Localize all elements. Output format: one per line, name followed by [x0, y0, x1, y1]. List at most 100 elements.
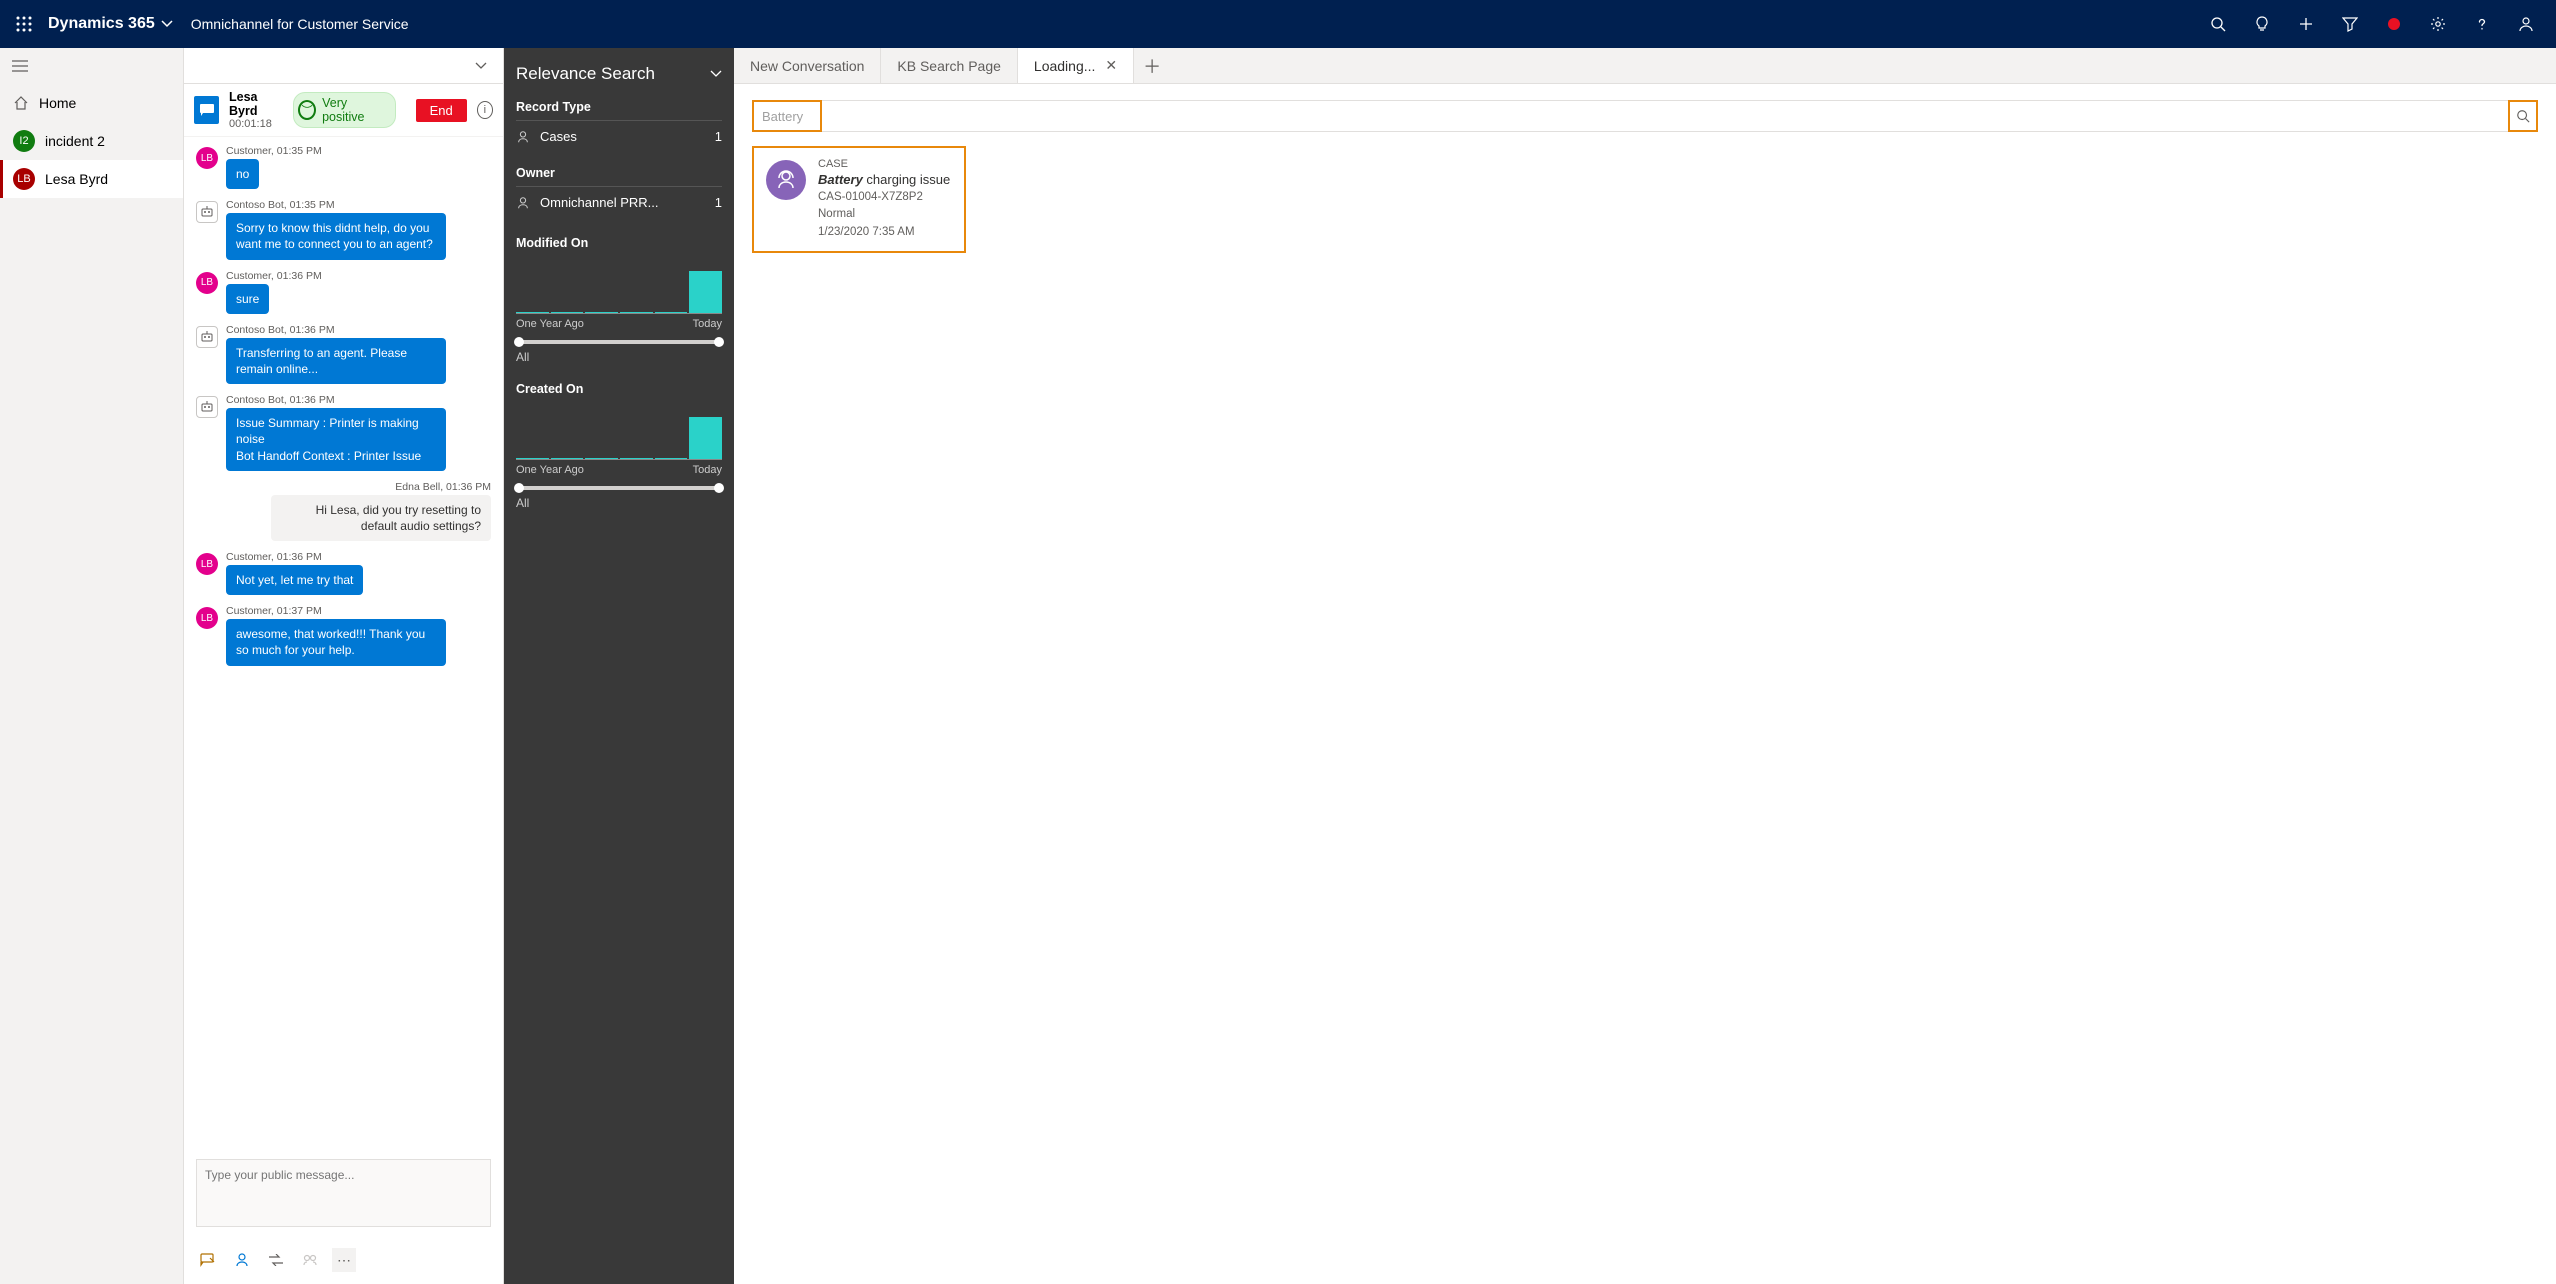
conversation-info: Lesa Byrd 00:01:18 ︶ Very positive End i: [184, 84, 503, 137]
sidebar-item-label: Lesa Byrd: [45, 171, 108, 187]
end-button[interactable]: End: [416, 99, 467, 122]
message-input[interactable]: [196, 1159, 491, 1227]
gear-icon[interactable]: [2416, 0, 2460, 48]
brand-label: Dynamics 365: [48, 15, 155, 33]
chat-message: Contoso Bot, 01:36 PM Transferring to an …: [196, 324, 491, 384]
search-icon[interactable]: [2196, 0, 2240, 48]
chat-message: LB Customer, 01:35 PM no: [196, 145, 491, 189]
conversation-panel: Lesa Byrd 00:01:18 ︶ Very positive End i…: [184, 48, 504, 1284]
tab-new-conversation[interactable]: New Conversation: [734, 48, 881, 83]
compose-toolbar: ⋯: [184, 1240, 503, 1284]
sidebar-item-incident[interactable]: I2 incident 2: [0, 122, 183, 160]
search-button[interactable]: [2508, 100, 2538, 132]
message-meta: Customer, 01:35 PM: [226, 145, 491, 157]
conversation-header-bar: [184, 48, 503, 84]
top-nav: Dynamics 365 Omnichannel for Customer Se…: [0, 0, 2556, 48]
transfer-icon[interactable]: [264, 1248, 288, 1272]
chat-message: Contoso Bot, 01:35 PMSorry to know this …: [196, 199, 491, 259]
notes-icon[interactable]: [298, 1248, 322, 1272]
person-icon: [516, 196, 530, 210]
brand-dropdown[interactable]: Dynamics 365: [48, 15, 173, 33]
filter-cases[interactable]: Cases 1: [516, 120, 722, 152]
consult-icon[interactable]: [230, 1248, 254, 1272]
chevron-down-icon: [710, 68, 722, 80]
message-meta: Contoso Bot, 01:36 PM: [226, 324, 491, 336]
filter-owner[interactable]: Omnichannel PRR... 1: [516, 186, 722, 218]
close-icon[interactable]: ✕: [1105, 57, 1117, 74]
bot-avatar: [196, 201, 218, 223]
case-avatar-icon: [766, 160, 806, 200]
session-badge: LB: [13, 168, 35, 190]
modified-slider-label: All: [516, 350, 722, 364]
customer-avatar: LB: [196, 147, 218, 169]
customer-avatar: LB: [196, 607, 218, 629]
search-result-case[interactable]: CASE Battery charging issue CAS-01004-X7…: [752, 146, 966, 253]
record-type-label: Record Type: [516, 100, 722, 114]
plus-icon[interactable]: [2284, 0, 2328, 48]
message-bubble: Transferring to an agent. Please remain …: [226, 338, 446, 384]
help-icon[interactable]: [2460, 0, 2504, 48]
search-results-area: Battery CASE Battery charging issue CAS-…: [734, 84, 2556, 269]
message-meta: Customer, 01:37 PM: [226, 605, 491, 617]
created-slider-label: All: [516, 496, 722, 510]
modified-slider[interactable]: [516, 340, 722, 344]
case-icon: [516, 130, 530, 144]
modified-axis: One Year AgoToday: [516, 318, 722, 330]
created-axis: One Year AgoToday: [516, 464, 722, 476]
tab-loading[interactable]: Loading... ✕: [1018, 48, 1134, 83]
result-priority: Normal: [818, 206, 950, 223]
message-meta: Edna Bell, 01:36 PM: [196, 481, 491, 493]
message-meta: Customer, 01:36 PM: [226, 551, 491, 563]
cases-count: 1: [715, 129, 722, 144]
sidebar-item-customer[interactable]: LB Lesa Byrd: [0, 160, 183, 198]
search-bar: Battery: [752, 100, 2538, 132]
filter-icon[interactable]: [2328, 0, 2372, 48]
result-date: 1/23/2020 7:35 AM: [818, 224, 950, 241]
tab-strip: New Conversation KB Search Page Loading.…: [734, 48, 2556, 84]
compose-area: [196, 1159, 491, 1232]
left-sidebar: Home I2 incident 2 LB Lesa Byrd: [0, 48, 184, 1284]
quick-reply-icon[interactable]: [196, 1248, 220, 1272]
hamburger-icon[interactable]: [0, 48, 183, 84]
elapsed-time: 00:01:18: [229, 118, 283, 130]
relevance-title[interactable]: Relevance Search: [516, 64, 722, 84]
tab-kb-search[interactable]: KB Search Page: [881, 48, 1018, 83]
message-meta: Contoso Bot, 01:36 PM: [226, 394, 491, 406]
smiley-icon: ︶: [298, 100, 316, 120]
home-icon: [13, 95, 29, 111]
created-slider[interactable]: [516, 486, 722, 490]
chat-message: Contoso Bot, 01:36 PM Issue Summary : Pri…: [196, 394, 491, 471]
more-icon[interactable]: ⋯: [332, 1248, 356, 1272]
sentiment-indicator: ︶ Very positive: [293, 92, 396, 128]
chevron-down-icon[interactable]: [469, 54, 493, 78]
info-icon[interactable]: i: [477, 101, 493, 119]
lightbulb-icon[interactable]: [2240, 0, 2284, 48]
app-subtitle: Omnichannel for Customer Service: [191, 16, 409, 32]
bot-avatar: [196, 396, 218, 418]
chat-message: LBCustomer, 01:36 PMNot yet, let me try …: [196, 551, 491, 595]
session-badge: I2: [13, 130, 35, 152]
search-input[interactable]: Battery: [752, 100, 822, 132]
search-icon: [2516, 109, 2530, 123]
modified-histogram: [516, 264, 722, 314]
presence-indicator[interactable]: [2372, 0, 2416, 48]
customer-name: Lesa Byrd: [229, 90, 283, 118]
add-tab-button[interactable]: ＋: [1134, 48, 1170, 83]
user-icon[interactable]: [2504, 0, 2548, 48]
result-case-number: CAS-01004-X7Z8P2: [818, 189, 950, 206]
relevance-panel: Relevance Search Record Type Cases 1 Own…: [504, 48, 734, 1284]
created-label: Created On: [516, 382, 722, 396]
waffle-icon[interactable]: [8, 8, 40, 40]
chat-transcript[interactable]: LB Customer, 01:35 PM no Contoso Bot, 01:35…: [184, 137, 503, 1155]
message-bubble: no: [226, 159, 259, 189]
created-histogram: [516, 410, 722, 460]
bot-avatar: [196, 326, 218, 348]
message-bubble: awesome, that worked!!! Thank you so muc…: [226, 619, 446, 665]
sidebar-home[interactable]: Home: [0, 84, 183, 122]
message-bubble: Not yet, let me try that: [226, 565, 363, 595]
chat-message: LB Customer, 01:37 PM awesome, that worked…: [196, 605, 491, 665]
content-area: New Conversation KB Search Page Loading.…: [734, 48, 2556, 1284]
result-type: CASE: [818, 158, 950, 170]
chat-message: LBCustomer, 01:36 PMsure: [196, 270, 491, 314]
message-bubble: Issue Summary : Printer is making noiseB…: [226, 408, 446, 471]
